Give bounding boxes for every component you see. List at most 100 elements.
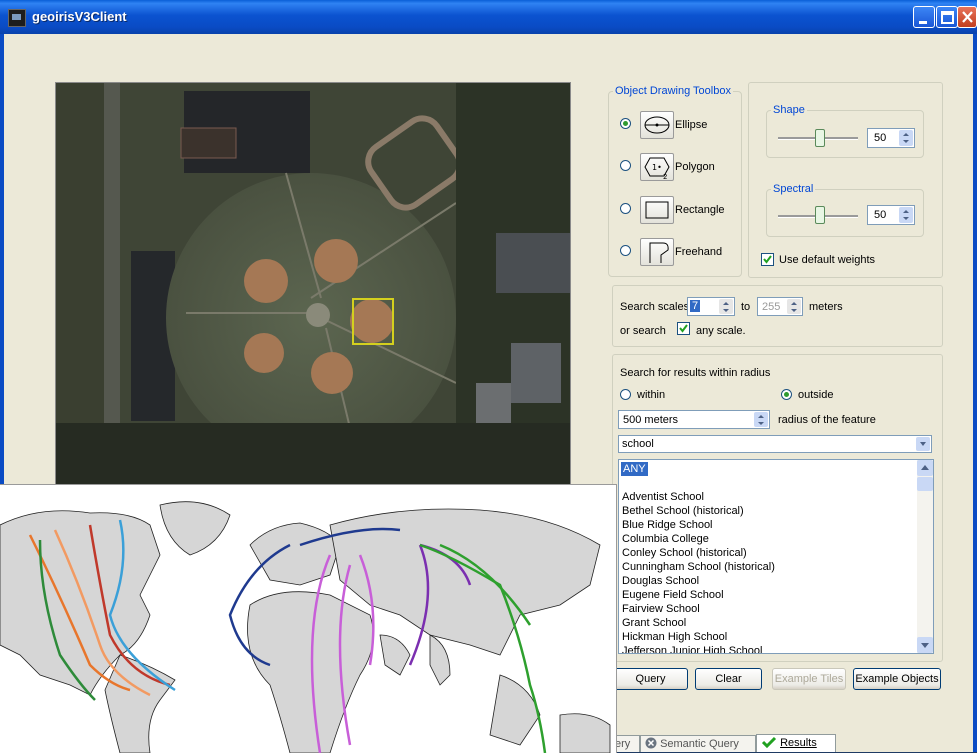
- rectangle-tool-button[interactable]: [640, 196, 674, 224]
- svg-text:1•: 1•: [652, 163, 662, 172]
- checkmark-icon: [679, 324, 688, 333]
- maximize-icon: [941, 11, 954, 24]
- spectral-spin-arrows[interactable]: [899, 207, 913, 223]
- radius-heading: Search for results within radius: [620, 367, 771, 379]
- list-item[interactable]: Blue Ridge School: [622, 518, 713, 532]
- checkmark-icon: [761, 736, 777, 749]
- ellipse-tool-button[interactable]: [640, 111, 674, 139]
- window-title: geoirisV3Client: [32, 9, 127, 24]
- satellite-image-canvas[interactable]: [55, 82, 571, 489]
- shape-spin-arrows[interactable]: [899, 130, 913, 146]
- bottom-tab-bar: ery Semantic Query Results: [610, 734, 973, 752]
- scale-to-spinner[interactable]: 255: [757, 297, 803, 316]
- ellipse-label: Ellipse: [675, 119, 708, 131]
- example-tiles-button[interactable]: Example Tiles: [772, 668, 846, 690]
- example-objects-button[interactable]: Example Objects: [853, 668, 941, 690]
- outside-radio[interactable]: [781, 389, 792, 400]
- svg-text:2: 2: [663, 173, 667, 180]
- clear-button[interactable]: Clear: [695, 668, 762, 690]
- world-map-overlay: [0, 484, 617, 753]
- app-icon[interactable]: [8, 9, 26, 27]
- feature-type-combo[interactable]: school: [618, 435, 932, 453]
- distance-spinner[interactable]: 500 meters: [618, 410, 770, 429]
- feature-list[interactable]: ANY Adventist School Bethel School (hist…: [618, 459, 934, 654]
- scale-to-value: 255: [762, 301, 781, 313]
- semantic-query-icon: [645, 737, 657, 749]
- tab-semantic-query-label: Semantic Query: [660, 738, 739, 750]
- tab-results[interactable]: Results: [756, 734, 836, 752]
- list-item[interactable]: Hickman High School: [622, 630, 727, 644]
- list-item[interactable]: Conley School (historical): [622, 546, 747, 560]
- list-item[interactable]: Fairview School: [622, 602, 700, 616]
- any-scale-label: any scale.: [696, 325, 746, 337]
- list-item[interactable]: Columbia College: [622, 532, 709, 546]
- search-scales-label: Search scales: [620, 301, 690, 313]
- app-window: geoirisV3Client Object Drawing Toolbox E…: [0, 0, 977, 753]
- outside-label: outside: [798, 389, 834, 401]
- freehand-label: Freehand: [675, 246, 723, 258]
- close-button[interactable]: [957, 6, 977, 28]
- minimize-button[interactable]: [913, 6, 935, 28]
- polygon-label: Polygon: [675, 161, 715, 173]
- spectral-value: 50: [874, 209, 887, 221]
- polygon-tool-button[interactable]: 1• 2: [640, 153, 674, 181]
- list-scrollbar[interactable]: [917, 460, 933, 653]
- tab-query-label: ery: [615, 738, 631, 750]
- satellite-image: [56, 83, 570, 488]
- scale-from-spinner[interactable]: 7: [687, 297, 735, 316]
- scale-from-arrows[interactable]: [719, 299, 733, 314]
- or-search-label: or search: [620, 325, 666, 337]
- checkmark-icon: [763, 255, 772, 264]
- within-label: within: [637, 389, 666, 401]
- ellipse-icon: [644, 116, 670, 134]
- radius-of-feature-label: radius of the feature: [778, 414, 876, 426]
- spectral-spinner[interactable]: 50: [867, 205, 915, 225]
- tab-semantic-query[interactable]: Semantic Query: [640, 735, 756, 752]
- list-item[interactable]: Jefferson Junior High School: [622, 644, 762, 653]
- freehand-icon: [649, 242, 669, 263]
- any-scale-checkbox[interactable]: [677, 322, 690, 335]
- rectangle-icon: [645, 201, 669, 219]
- tool-radio-rectangle[interactable]: [620, 203, 631, 214]
- close-icon: [962, 11, 973, 23]
- world-map: [0, 485, 616, 753]
- use-default-weights-label: Use default weights: [779, 254, 875, 266]
- list-item[interactable]: Grant School: [622, 616, 686, 630]
- spectral-slider-thumb[interactable]: [815, 206, 825, 224]
- search-scales-panel: [612, 285, 943, 347]
- scroll-up-icon[interactable]: [917, 460, 933, 476]
- scale-to-arrows[interactable]: [787, 299, 801, 314]
- shape-spinner[interactable]: 50: [867, 128, 915, 148]
- scroll-down-icon[interactable]: [917, 637, 933, 653]
- scroll-thumb[interactable]: [917, 477, 933, 491]
- freehand-tool-button[interactable]: [640, 238, 674, 266]
- list-item[interactable]: Bethel School (historical): [622, 504, 744, 518]
- spectral-legend: Spectral: [773, 183, 814, 195]
- list-item[interactable]: Adventist School: [622, 490, 704, 504]
- to-label: to: [741, 301, 751, 313]
- shape-value: 50: [874, 132, 887, 144]
- tool-radio-freehand[interactable]: [620, 245, 631, 256]
- maximize-button[interactable]: [936, 6, 958, 28]
- meters-label: meters: [809, 301, 843, 313]
- list-item[interactable]: Eugene Field School: [622, 588, 724, 602]
- use-default-weights-checkbox[interactable]: [761, 253, 774, 266]
- toolbox-legend: Object Drawing Toolbox: [615, 85, 731, 97]
- shape-slider-thumb[interactable]: [815, 129, 825, 147]
- within-radio[interactable]: [620, 389, 631, 400]
- feature-type-value: school: [622, 438, 654, 450]
- tab-results-label: Results: [780, 737, 817, 749]
- scale-from-value[interactable]: 7: [690, 300, 701, 312]
- tool-radio-ellipse[interactable]: [620, 118, 631, 129]
- title-bar[interactable]: geoirisV3Client: [0, 0, 977, 35]
- query-button[interactable]: Query: [613, 668, 688, 690]
- rectangle-label: Rectangle: [675, 204, 725, 216]
- list-item[interactable]: Douglas School: [622, 574, 699, 588]
- minimize-icon: [919, 21, 927, 24]
- list-item[interactable]: ANY: [621, 462, 648, 476]
- list-item[interactable]: Cunningham School (historical): [622, 560, 775, 574]
- window-frame-right: [973, 34, 977, 752]
- chevron-down-icon[interactable]: [916, 437, 930, 451]
- tool-radio-polygon[interactable]: [620, 160, 631, 171]
- distance-spin-arrows[interactable]: [754, 412, 768, 427]
